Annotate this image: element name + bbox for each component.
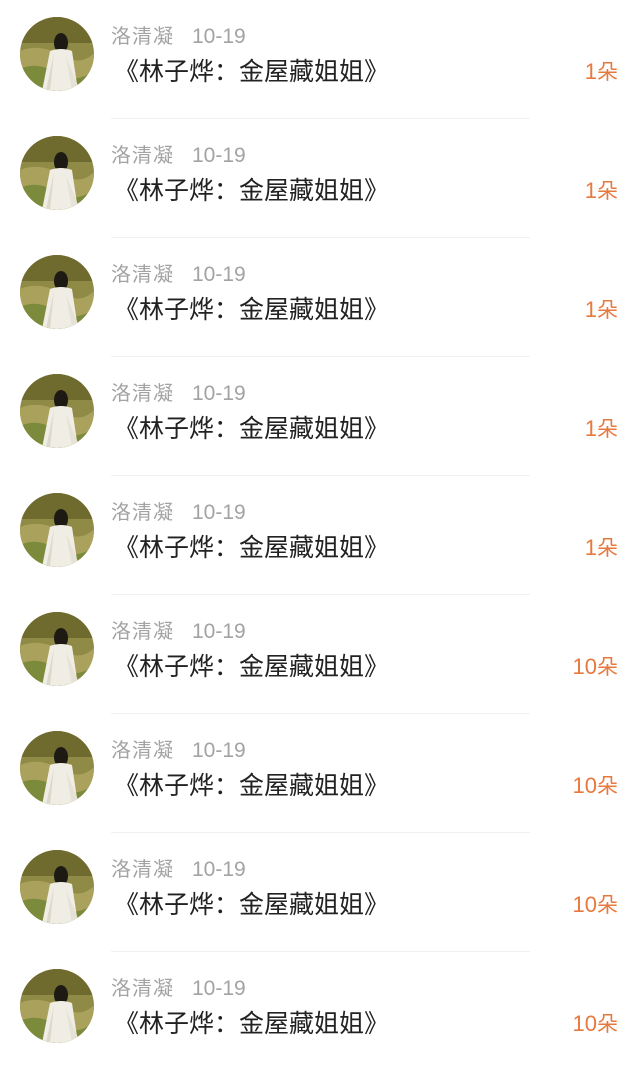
avatar-image-icon: [20, 612, 94, 686]
book-title[interactable]: 《林子烨：金屋藏姐姐》: [114, 530, 389, 566]
gift-list: 洛清凝 10-19 《林子烨：金屋藏姐姐》 1朵 洛清凝 10-19 《林子烨：金屋…: [0, 0, 640, 1076]
gift-count-unit: 朵: [597, 536, 618, 560]
gift-count: 1朵: [585, 530, 618, 566]
item-meta: 洛清凝 10-19: [111, 974, 246, 1002]
gift-count: 10朵: [573, 887, 618, 923]
list-item[interactable]: 洛清凝 10-19 《林子烨：金屋藏姐姐》 1朵: [0, 238, 640, 357]
gift-count-number: 10: [572, 1011, 597, 1036]
gift-count-unit: 朵: [597, 774, 618, 798]
list-item[interactable]: 洛清凝 10-19 《林子烨：金屋藏姐姐》 1朵: [0, 357, 640, 476]
user-name[interactable]: 洛清凝: [111, 381, 174, 405]
gift-count-number: 1: [584, 59, 597, 84]
gift-count-number: 10: [572, 892, 597, 917]
item-date: 10-19: [192, 382, 246, 405]
list-item[interactable]: 洛清凝 10-19 《林子烨：金屋藏姐姐》 1朵: [0, 119, 640, 238]
item-date: 10-19: [192, 144, 246, 167]
gift-count-number: 1: [584, 178, 597, 203]
user-name[interactable]: 洛清凝: [111, 262, 174, 286]
gift-count: 10朵: [573, 649, 618, 685]
avatar-image-icon: [20, 850, 94, 924]
list-item[interactable]: 洛清凝 10-19 《林子烨：金屋藏姐姐》 10朵: [0, 833, 640, 952]
item-meta: 洛清凝 10-19: [111, 22, 246, 50]
avatar[interactable]: [20, 612, 94, 686]
book-title[interactable]: 《林子烨：金屋藏姐姐》: [114, 649, 389, 685]
avatar[interactable]: [20, 731, 94, 805]
item-date: 10-19: [192, 977, 246, 1000]
gift-count-number: 10: [572, 654, 597, 679]
book-title[interactable]: 《林子烨：金屋藏姐姐》: [114, 768, 389, 804]
gift-count: 1朵: [585, 411, 618, 447]
item-date: 10-19: [192, 858, 246, 881]
item-date: 10-19: [192, 739, 246, 762]
book-title[interactable]: 《林子烨：金屋藏姐姐》: [114, 173, 389, 209]
avatar[interactable]: [20, 493, 94, 567]
user-name[interactable]: 洛清凝: [111, 976, 174, 1000]
gift-count-unit: 朵: [597, 893, 618, 917]
list-item[interactable]: 洛清凝 10-19 《林子烨：金屋藏姐姐》 10朵: [0, 714, 640, 833]
user-name[interactable]: 洛清凝: [111, 857, 174, 881]
avatar[interactable]: [20, 969, 94, 1043]
avatar[interactable]: [20, 374, 94, 448]
gift-count-unit: 朵: [597, 298, 618, 322]
avatar[interactable]: [20, 136, 94, 210]
avatar-image-icon: [20, 17, 94, 91]
user-name[interactable]: 洛清凝: [111, 619, 174, 643]
item-meta: 洛清凝 10-19: [111, 141, 246, 169]
item-meta: 洛清凝 10-19: [111, 498, 246, 526]
gift-count-number: 1: [584, 297, 597, 322]
avatar[interactable]: [20, 850, 94, 924]
user-name[interactable]: 洛清凝: [111, 24, 174, 48]
avatar-image-icon: [20, 255, 94, 329]
book-title[interactable]: 《林子烨：金屋藏姐姐》: [114, 887, 389, 923]
item-date: 10-19: [192, 501, 246, 524]
avatar[interactable]: [20, 17, 94, 91]
item-meta: 洛清凝 10-19: [111, 855, 246, 883]
gift-count-unit: 朵: [597, 417, 618, 441]
list-item[interactable]: 洛清凝 10-19 《林子烨：金屋藏姐姐》 10朵: [0, 952, 640, 1071]
user-name[interactable]: 洛清凝: [111, 500, 174, 524]
gift-count-unit: 朵: [597, 1012, 618, 1036]
book-title[interactable]: 《林子烨：金屋藏姐姐》: [114, 411, 389, 447]
avatar[interactable]: [20, 255, 94, 329]
gift-count: 10朵: [573, 1006, 618, 1042]
gift-count: 1朵: [585, 292, 618, 328]
avatar-image-icon: [20, 136, 94, 210]
gift-count-unit: 朵: [597, 60, 618, 84]
gift-count-number: 1: [584, 416, 597, 441]
gift-count-number: 1: [584, 535, 597, 560]
gift-count-unit: 朵: [597, 655, 618, 679]
item-date: 10-19: [192, 620, 246, 643]
item-date: 10-19: [192, 25, 246, 48]
avatar-image-icon: [20, 374, 94, 448]
book-title[interactable]: 《林子烨：金屋藏姐姐》: [114, 292, 389, 328]
avatar-image-icon: [20, 731, 94, 805]
item-meta: 洛清凝 10-19: [111, 617, 246, 645]
avatar-image-icon: [20, 493, 94, 567]
user-name[interactable]: 洛清凝: [111, 738, 174, 762]
list-item[interactable]: 洛清凝 10-19 《林子烨：金屋藏姐姐》 1朵: [0, 0, 640, 119]
list-item[interactable]: 洛清凝 10-19 《林子烨：金屋藏姐姐》 1朵: [0, 476, 640, 595]
item-meta: 洛清凝 10-19: [111, 260, 246, 288]
gift-count: 1朵: [585, 173, 618, 209]
book-title[interactable]: 《林子烨：金屋藏姐姐》: [114, 1006, 389, 1042]
gift-count: 1朵: [585, 54, 618, 90]
gift-count: 10朵: [573, 768, 618, 804]
user-name[interactable]: 洛清凝: [111, 143, 174, 167]
list-item[interactable]: 洛清凝 10-19 《林子烨：金屋藏姐姐》 10朵: [0, 595, 640, 714]
avatar-image-icon: [20, 969, 94, 1043]
item-meta: 洛清凝 10-19: [111, 736, 246, 764]
book-title[interactable]: 《林子烨：金屋藏姐姐》: [114, 54, 389, 90]
gift-count-number: 10: [572, 773, 597, 798]
gift-count-unit: 朵: [597, 179, 618, 203]
item-date: 10-19: [192, 263, 246, 286]
item-meta: 洛清凝 10-19: [111, 379, 246, 407]
